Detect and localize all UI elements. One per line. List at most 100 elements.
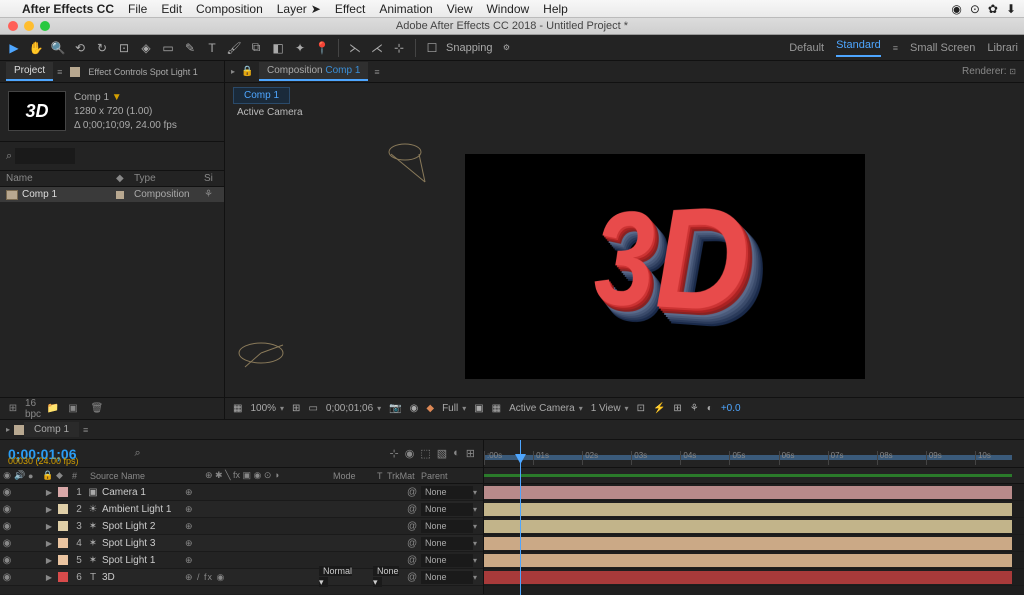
renderer-dropdown-icon[interactable]: ⊡	[1009, 67, 1016, 76]
timeline-layer-row[interactable]: ◉ ▶ 4 ✶ Spot Light 3 ⊕ @ None ▾	[0, 535, 483, 552]
menubar-icon-2[interactable]: ⊙	[970, 2, 980, 16]
menu-layer[interactable]: Layer	[277, 2, 307, 16]
header-label-icon[interactable]: ◆	[116, 173, 134, 184]
parent-dropdown[interactable]: None	[421, 554, 473, 567]
trkmat-dropdown[interactable]: None ▾	[373, 566, 399, 587]
col-switches[interactable]: ⊕ ✱ ╲ fx ▣ ◉ ⊙ ◑	[199, 470, 333, 481]
flowchart-button-icon[interactable]: ⚘	[690, 403, 699, 414]
layer-name[interactable]: Spot Light 2	[100, 521, 185, 532]
workspace-standard[interactable]: Standard	[836, 39, 881, 57]
visibility-toggle[interactable]: ◉	[0, 555, 14, 566]
pickwhip-icon[interactable]: @	[407, 504, 421, 515]
layer-track[interactable]	[484, 484, 1024, 501]
layer-duration-bar[interactable]	[484, 503, 1012, 516]
workspace-libraries[interactable]: Librari	[987, 42, 1018, 54]
layer-duration-bar[interactable]	[484, 554, 1012, 567]
visibility-toggle[interactable]: ◉	[0, 504, 14, 515]
layer-switches[interactable]: ⊕	[185, 521, 319, 532]
col-t[interactable]: T	[377, 471, 387, 481]
pickwhip-icon[interactable]: @	[407, 572, 421, 583]
motion-blur-icon[interactable]: ◐	[453, 447, 460, 460]
header-type[interactable]: Type	[134, 173, 204, 184]
tl-chevron-icon[interactable]: ▸	[6, 425, 10, 434]
channels-icon[interactable]: ◆	[426, 403, 434, 414]
menubar-icon-3[interactable]: ✿	[988, 2, 998, 16]
col-number[interactable]: #	[72, 471, 86, 481]
snapping-label[interactable]: Snapping	[446, 42, 493, 54]
frame-blend-icon[interactable]: ▧	[437, 447, 447, 460]
visibility-toggle[interactable]: ◉	[0, 487, 14, 498]
menu-animation[interactable]: Animation	[379, 2, 432, 16]
layer-switches[interactable]: ⊕	[185, 555, 319, 566]
twirl-icon[interactable]: ▶	[42, 522, 56, 531]
layer-track[interactable]	[484, 535, 1024, 552]
comp-name-label[interactable]: Comp 1 ▼	[74, 91, 177, 105]
layer-name[interactable]: Spot Light 1	[100, 555, 185, 566]
twirl-icon[interactable]: ▶	[42, 573, 56, 582]
close-button[interactable]	[8, 21, 18, 31]
blend-mode-dropdown[interactable]: Normal ▾	[319, 566, 352, 587]
view-layout-dropdown[interactable]: 1 View	[591, 403, 629, 414]
col-lock-icon[interactable]: 🔒	[42, 470, 56, 481]
col-solo-icon[interactable]: ●	[28, 471, 42, 481]
eraser-tool-icon[interactable]: ◧	[270, 40, 286, 56]
visibility-toggle[interactable]: ◉	[0, 538, 14, 549]
pickwhip-icon[interactable]: @	[407, 555, 421, 566]
layer-duration-bar[interactable]	[484, 486, 1012, 499]
snapping-checkbox[interactable]: ☐	[424, 40, 440, 56]
new-comp-icon[interactable]: ▣	[66, 402, 80, 416]
hide-shy-icon[interactable]: ⬚	[420, 447, 430, 460]
bpc-button[interactable]: 16 bpc	[26, 402, 40, 416]
layer-duration-bar[interactable]	[484, 520, 1012, 533]
timeline-layer-row[interactable]: ◉ ▶ 2 ☀ Ambient Light 1 ⊕ @ None ▾	[0, 501, 483, 518]
menu-view[interactable]: View	[447, 2, 473, 16]
view-axis-icon[interactable]: ⊹	[391, 40, 407, 56]
parent-dropdown[interactable]: None	[421, 503, 473, 516]
roi-icon[interactable]: ▣	[474, 403, 483, 414]
layer-label-color[interactable]	[58, 504, 68, 514]
tl-tab-menu-icon[interactable]: ≡	[83, 425, 88, 435]
comp-thumbnail[interactable]: 3D	[8, 91, 66, 131]
timeline-layer-row[interactable]: ◉ ▶ 5 ✶ Spot Light 1 ⊕ @ None ▾	[0, 552, 483, 569]
effect-controls-tab[interactable]: Effect Controls Spot Light 1	[84, 65, 201, 79]
orbit-tool-icon[interactable]: ⟲	[72, 40, 88, 56]
parent-dropdown[interactable]: None	[421, 571, 473, 584]
fast-preview-icon[interactable]: ⚡	[653, 403, 665, 414]
menu-effect[interactable]: Effect	[335, 2, 365, 16]
pickwhip-icon[interactable]: @	[407, 487, 421, 498]
trash-icon[interactable]: 🗑	[90, 402, 104, 416]
col-label-icon[interactable]: ◆	[56, 470, 72, 481]
renderer-label[interactable]: Renderer:	[962, 66, 1006, 77]
visibility-toggle[interactable]: ◉	[0, 572, 14, 583]
app-name[interactable]: After Effects CC	[22, 2, 114, 16]
layer-name[interactable]: Camera 1	[100, 487, 185, 498]
brush-tool-icon[interactable]: 🖌	[226, 40, 242, 56]
timecode-display[interactable]: 0;00;01;06	[326, 403, 381, 414]
zoom-tool-icon[interactable]: 🔍	[50, 40, 66, 56]
roto-tool-icon[interactable]: ✦	[292, 40, 308, 56]
menu-help[interactable]: Help	[543, 2, 568, 16]
layer-name[interactable]: Spot Light 3	[100, 538, 185, 549]
layer-track[interactable]	[484, 569, 1024, 586]
menubar-icon-4[interactable]: ⬇	[1006, 2, 1016, 16]
resolution-grid-icon[interactable]: ⊞	[292, 403, 300, 414]
resolution-dropdown[interactable]: Full	[442, 403, 466, 414]
magnification-icon[interactable]: ▦	[233, 403, 242, 414]
layer-switches[interactable]: ⊕ / fx ◉	[185, 572, 319, 583]
layer-duration-bar[interactable]	[484, 571, 1012, 584]
reset-exposure-icon[interactable]: ◐	[707, 403, 713, 414]
pickwhip-icon[interactable]: @	[407, 521, 421, 532]
shape-tool-icon[interactable]: ▭	[160, 40, 176, 56]
panel-chevron-icon[interactable]: ▸	[231, 67, 235, 76]
pan-behind-tool-icon[interactable]: ◈	[138, 40, 154, 56]
layer-label-color[interactable]	[58, 555, 68, 565]
layer-name[interactable]: 3D	[100, 572, 185, 583]
interpret-footage-icon[interactable]: ⊞	[6, 402, 20, 416]
timeline-icon[interactable]: ⊞	[673, 403, 681, 414]
selection-tool-icon[interactable]: ▶	[6, 40, 22, 56]
text-tool-icon[interactable]: T	[204, 40, 220, 56]
time-ruler[interactable]: :00s01s02s03s04s05s06s07s08s09s10s	[484, 440, 1024, 468]
col-mode[interactable]: Mode	[333, 471, 377, 481]
col-source-name[interactable]: Source Name	[86, 471, 199, 481]
timeline-layer-row[interactable]: ◉ ▶ 3 ✶ Spot Light 2 ⊕ @ None ▾	[0, 518, 483, 535]
